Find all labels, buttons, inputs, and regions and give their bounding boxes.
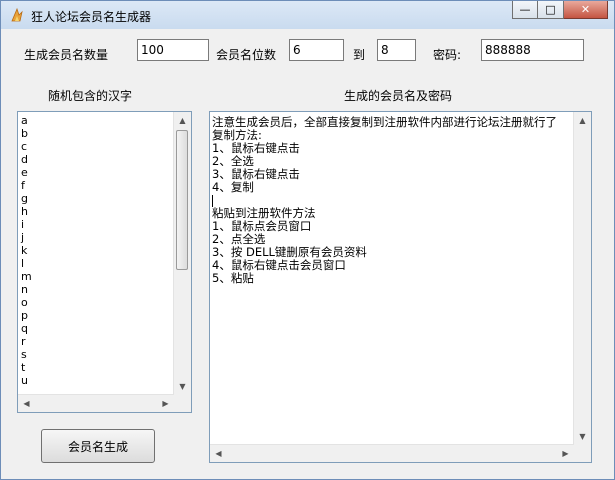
list-item[interactable]: q <box>20 322 173 335</box>
output-line: 1、鼠标右键点击 <box>212 141 300 155</box>
output-line: 5、粘贴 <box>212 271 254 285</box>
output-line: 3、鼠标右键点击 <box>212 167 300 181</box>
list-item[interactable]: u <box>20 374 173 387</box>
scroll-down-icon[interactable]: ▼ <box>574 428 591 445</box>
scroll-corner <box>574 445 591 462</box>
close-icon: ✕ <box>580 3 591 16</box>
list-item[interactable]: k <box>20 244 173 257</box>
generate-button[interactable]: 会员名生成 <box>41 429 155 463</box>
list-item[interactable]: a <box>20 114 173 127</box>
scroll-up-icon[interactable]: ▲ <box>574 112 591 129</box>
to-label: 到 <box>353 48 366 62</box>
list-item[interactable]: n <box>20 283 173 296</box>
list-item[interactable]: b <box>20 127 173 140</box>
output-vertical-scrollbar[interactable]: ▲ ▼ <box>573 112 591 445</box>
password-input[interactable] <box>481 39 584 61</box>
scroll-left-icon[interactable]: ◀ <box>18 395 35 412</box>
password-label: 密码: <box>433 48 462 62</box>
output-textarea[interactable]: 注意生成会员后，全部直接复制到注册软件内部进行论坛注册就行了 复制方法: 1、鼠标右… <box>209 111 592 463</box>
member-count-input[interactable] <box>137 39 209 61</box>
text-caret <box>212 194 213 207</box>
scroll-right-icon[interactable]: ▶ <box>557 445 574 462</box>
maximize-button[interactable]: □ <box>538 1 564 19</box>
list-item[interactable]: l <box>20 257 173 270</box>
digits-from-input[interactable] <box>289 39 344 61</box>
list-item[interactable]: o <box>20 296 173 309</box>
list-item[interactable]: f <box>20 179 173 192</box>
maximize-icon: □ <box>545 3 556 16</box>
output-line: 4、鼠标右键点击会员窗口 <box>212 258 346 272</box>
minimize-icon: — <box>519 3 531 16</box>
app-icon <box>11 7 23 22</box>
list-vertical-scrollbar[interactable]: ▲ ▼ <box>173 112 191 395</box>
output-horizontal-scrollbar[interactable]: ◀ ▶ <box>210 444 574 462</box>
list-horizontal-scrollbar[interactable]: ◀ ▶ <box>18 394 174 412</box>
output-line: 1、鼠标点会员窗口 <box>212 219 312 233</box>
list-item[interactable]: i <box>20 218 173 231</box>
right-panel-header: 生成的会员名及密码 <box>344 89 453 103</box>
member-count-label: 生成会员名数量 <box>24 48 109 62</box>
list-item[interactable]: t <box>20 361 173 374</box>
list-item[interactable]: h <box>20 205 173 218</box>
list-item[interactable]: r <box>20 335 173 348</box>
list-item[interactable]: g <box>20 192 173 205</box>
scroll-corner <box>174 395 191 412</box>
list-item[interactable]: m <box>20 270 173 283</box>
scroll-right-icon[interactable]: ▶ <box>157 395 174 412</box>
close-button[interactable]: ✕ <box>564 1 608 19</box>
character-list[interactable]: abcdefghijklmnopqrstu ▲ ▼ ◀ ▶ <box>17 111 192 413</box>
window-title: 狂人论坛会员名生成器 <box>31 10 152 24</box>
scroll-left-icon[interactable]: ◀ <box>210 445 227 462</box>
list-item[interactable]: c <box>20 140 173 153</box>
left-panel-header: 随机包含的汉字 <box>48 89 133 103</box>
scroll-down-icon[interactable]: ▼ <box>174 378 191 395</box>
output-line: 注意生成会员后，全部直接复制到注册软件内部进行论坛注册就行了 <box>212 116 557 129</box>
output-line: 4、复制 <box>212 180 254 194</box>
list-item[interactable]: p <box>20 309 173 322</box>
list-item[interactable]: s <box>20 348 173 361</box>
scroll-thumb[interactable] <box>176 130 188 270</box>
list-item[interactable]: d <box>20 153 173 166</box>
list-item[interactable]: j <box>20 231 173 244</box>
name-digits-label: 会员名位数 <box>216 48 277 62</box>
title-bar[interactable]: 狂人论坛会员名生成器 — □ ✕ <box>1 1 614 29</box>
digits-to-input[interactable] <box>377 39 416 61</box>
list-item[interactable]: e <box>20 166 173 179</box>
minimize-button[interactable]: — <box>512 1 538 19</box>
scroll-up-icon[interactable]: ▲ <box>174 112 191 129</box>
app-window: 狂人论坛会员名生成器 — □ ✕ 生成会员名数量 会员名位数 到 密码: 随机包… <box>0 0 615 480</box>
